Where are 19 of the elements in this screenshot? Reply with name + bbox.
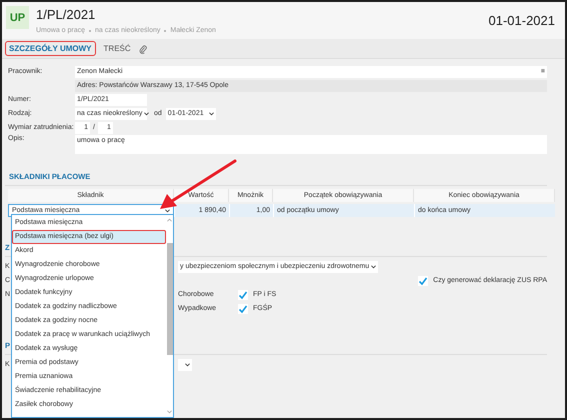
chevron-down-icon [371, 264, 376, 268]
chevron-down-icon [165, 208, 170, 212]
scroll-up-icon[interactable] [167, 218, 172, 222]
chevron-down-icon [208, 112, 214, 116]
scroll-down-icon[interactable] [167, 410, 172, 414]
separator-dot [164, 30, 166, 32]
tab[interactable]: SZCZEGÓŁY UMOWY [5, 41, 96, 56]
chevron-down-icon [185, 362, 190, 366]
document-type-badge: UP [6, 6, 29, 29]
checkbox[interactable] [238, 290, 248, 300]
separator-dot [89, 30, 92, 32]
tab[interactable]: TREŚĆ [100, 41, 135, 56]
document-date: 01-01-2021 [488, 13, 555, 28]
checkbox[interactable] [238, 304, 248, 314]
select-field[interactable] [178, 358, 192, 370]
document-title: 1/PL/2021 [36, 7, 96, 22]
chevron-down-icon [144, 112, 150, 116]
paperclip-icon[interactable] [138, 44, 147, 54]
checkbox[interactable] [418, 276, 428, 286]
